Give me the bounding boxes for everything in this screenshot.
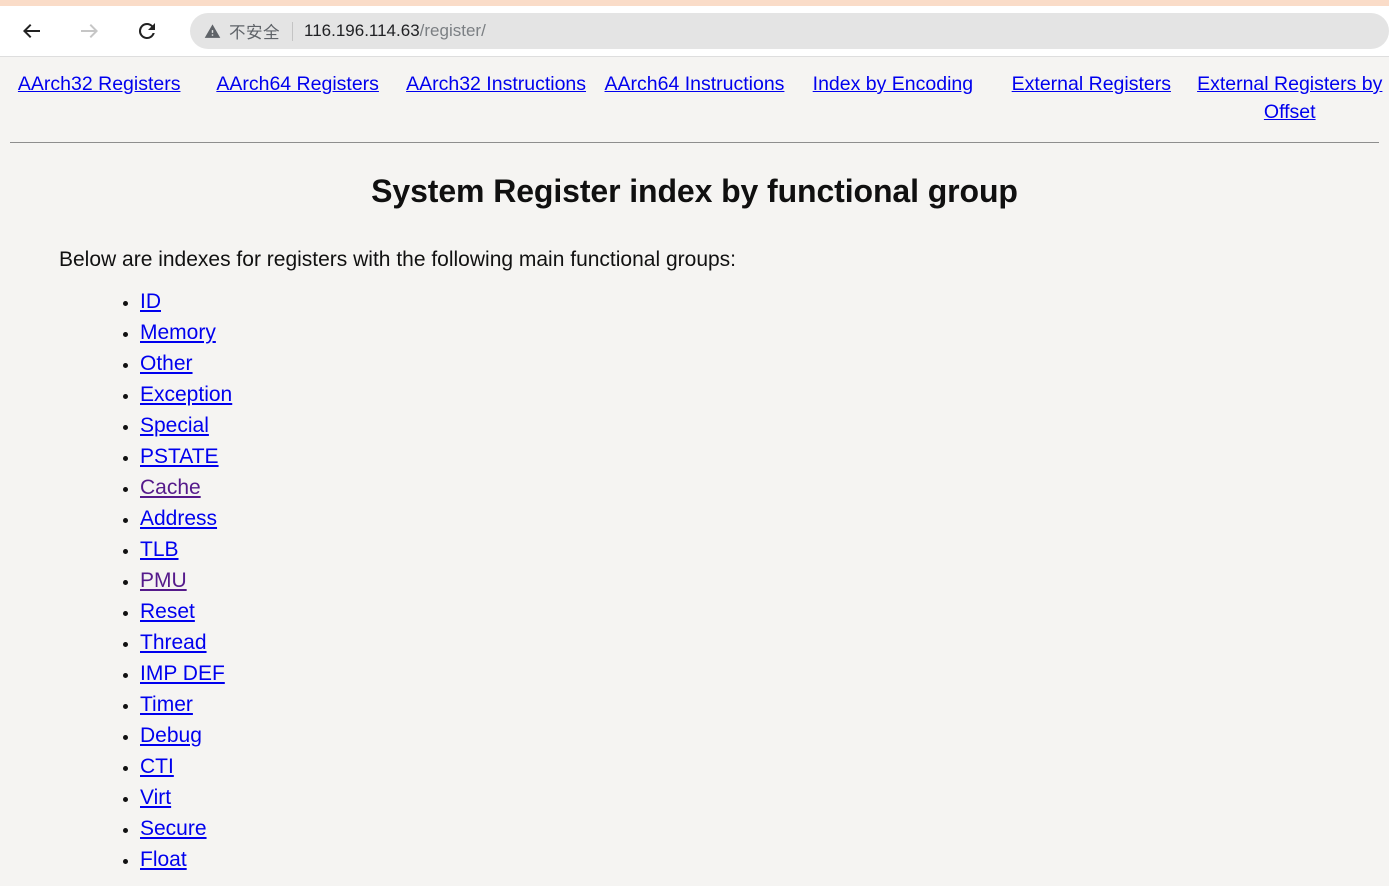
group-link[interactable]: Debug xyxy=(140,724,202,747)
address-bar[interactable]: 不安全 116.196.114.63/register/ xyxy=(190,13,1389,49)
group-link[interactable]: Other xyxy=(140,352,193,375)
nav-item-aarch64-instructions[interactable]: AArch64 Instructions xyxy=(595,71,793,127)
list-item[interactable]: ID xyxy=(140,286,1389,317)
intro-paragraph: Below are indexes for registers with the… xyxy=(59,248,737,271)
group-link[interactable]: Address xyxy=(140,507,217,530)
site-navigation: AArch32 Registers AArch64 Registers AArc… xyxy=(0,57,1389,133)
list-item[interactable]: Reset xyxy=(140,596,1389,627)
group-link[interactable]: Reset xyxy=(140,600,195,623)
list-item[interactable]: CTI xyxy=(140,751,1389,782)
nav-link[interactable]: External Registers xyxy=(1012,73,1171,95)
list-item[interactable]: Debug xyxy=(140,720,1389,751)
list-item[interactable]: Secure xyxy=(140,813,1389,844)
group-link[interactable]: Timer xyxy=(140,693,193,716)
page-content: AArch32 Registers AArch64 Registers AArc… xyxy=(0,57,1389,886)
reload-button[interactable] xyxy=(127,11,167,51)
nav-divider xyxy=(10,142,1379,143)
url-path: /register/ xyxy=(419,21,486,40)
group-link[interactable]: PMU xyxy=(140,569,187,592)
group-link[interactable]: Exception xyxy=(140,383,232,406)
nav-item-index-by-encoding[interactable]: Index by Encoding xyxy=(794,71,992,127)
group-link[interactable]: Cache xyxy=(140,476,201,499)
forward-arrow-icon xyxy=(81,24,98,38)
url-text: 116.196.114.63/register/ xyxy=(304,21,486,41)
list-item[interactable]: Address xyxy=(140,503,1389,534)
functional-group-list: ID Memory Other Exception Special PSTATE… xyxy=(0,286,1389,875)
nav-link[interactable]: AArch64 Instructions xyxy=(605,73,785,95)
back-arrow-icon xyxy=(23,24,40,38)
list-item[interactable]: TLB xyxy=(140,534,1389,565)
list-item[interactable]: Other xyxy=(140,348,1389,379)
nav-link[interactable]: External Registers by Offset xyxy=(1197,73,1382,123)
forward-button xyxy=(69,11,109,51)
list-item[interactable]: Virt xyxy=(140,782,1389,813)
nav-item-aarch32-registers[interactable]: AArch32 Registers xyxy=(0,71,198,127)
nav-link[interactable]: AArch32 Instructions xyxy=(406,73,586,95)
nav-item-aarch32-instructions[interactable]: AArch32 Instructions xyxy=(397,71,595,127)
group-link[interactable]: Virt xyxy=(140,786,171,809)
nav-link[interactable]: Index by Encoding xyxy=(813,73,973,95)
group-link[interactable]: Special xyxy=(140,414,209,437)
nav-link[interactable]: AArch64 Registers xyxy=(216,73,379,95)
page-title: System Register index by functional grou… xyxy=(371,173,1018,209)
list-item[interactable]: Special xyxy=(140,410,1389,441)
group-link[interactable]: ID xyxy=(140,290,161,313)
group-link[interactable]: IMP DEF xyxy=(140,662,225,685)
security-status-label: 不安全 xyxy=(229,23,280,42)
omnibox-divider xyxy=(292,21,293,41)
list-item[interactable]: Thread xyxy=(140,627,1389,658)
nav-item-aarch64-registers[interactable]: AArch64 Registers xyxy=(198,71,396,127)
nav-item-external-registers-by-offset[interactable]: External Registers by Offset xyxy=(1191,71,1389,127)
browser-chrome: 不安全 116.196.114.63/register/ xyxy=(0,0,1389,57)
list-item[interactable]: Exception xyxy=(140,379,1389,410)
nav-item-external-registers[interactable]: External Registers xyxy=(992,71,1190,127)
group-link[interactable]: Thread xyxy=(140,631,207,654)
group-link[interactable]: CTI xyxy=(140,755,174,778)
list-item[interactable]: Float xyxy=(140,844,1389,875)
list-item[interactable]: Timer xyxy=(140,689,1389,720)
nav-link[interactable]: AArch32 Registers xyxy=(18,73,181,95)
list-item[interactable]: Memory xyxy=(140,317,1389,348)
list-item[interactable]: Cache xyxy=(140,472,1389,503)
reload-icon xyxy=(138,22,155,39)
browser-toolbar: 不安全 116.196.114.63/register/ xyxy=(0,6,1389,57)
list-item[interactable]: IMP DEF xyxy=(140,658,1389,689)
url-host: 116.196.114.63 xyxy=(304,21,420,40)
group-link[interactable]: PSTATE xyxy=(140,445,219,468)
list-item[interactable]: PSTATE xyxy=(140,441,1389,472)
group-link[interactable]: Memory xyxy=(140,321,216,344)
list-item[interactable]: PMU xyxy=(140,565,1389,596)
back-button[interactable] xyxy=(12,11,52,51)
warning-triangle-icon xyxy=(204,23,221,40)
group-link[interactable]: TLB xyxy=(140,538,179,561)
group-link[interactable]: Float xyxy=(140,848,187,871)
group-link[interactable]: Secure xyxy=(140,817,207,840)
